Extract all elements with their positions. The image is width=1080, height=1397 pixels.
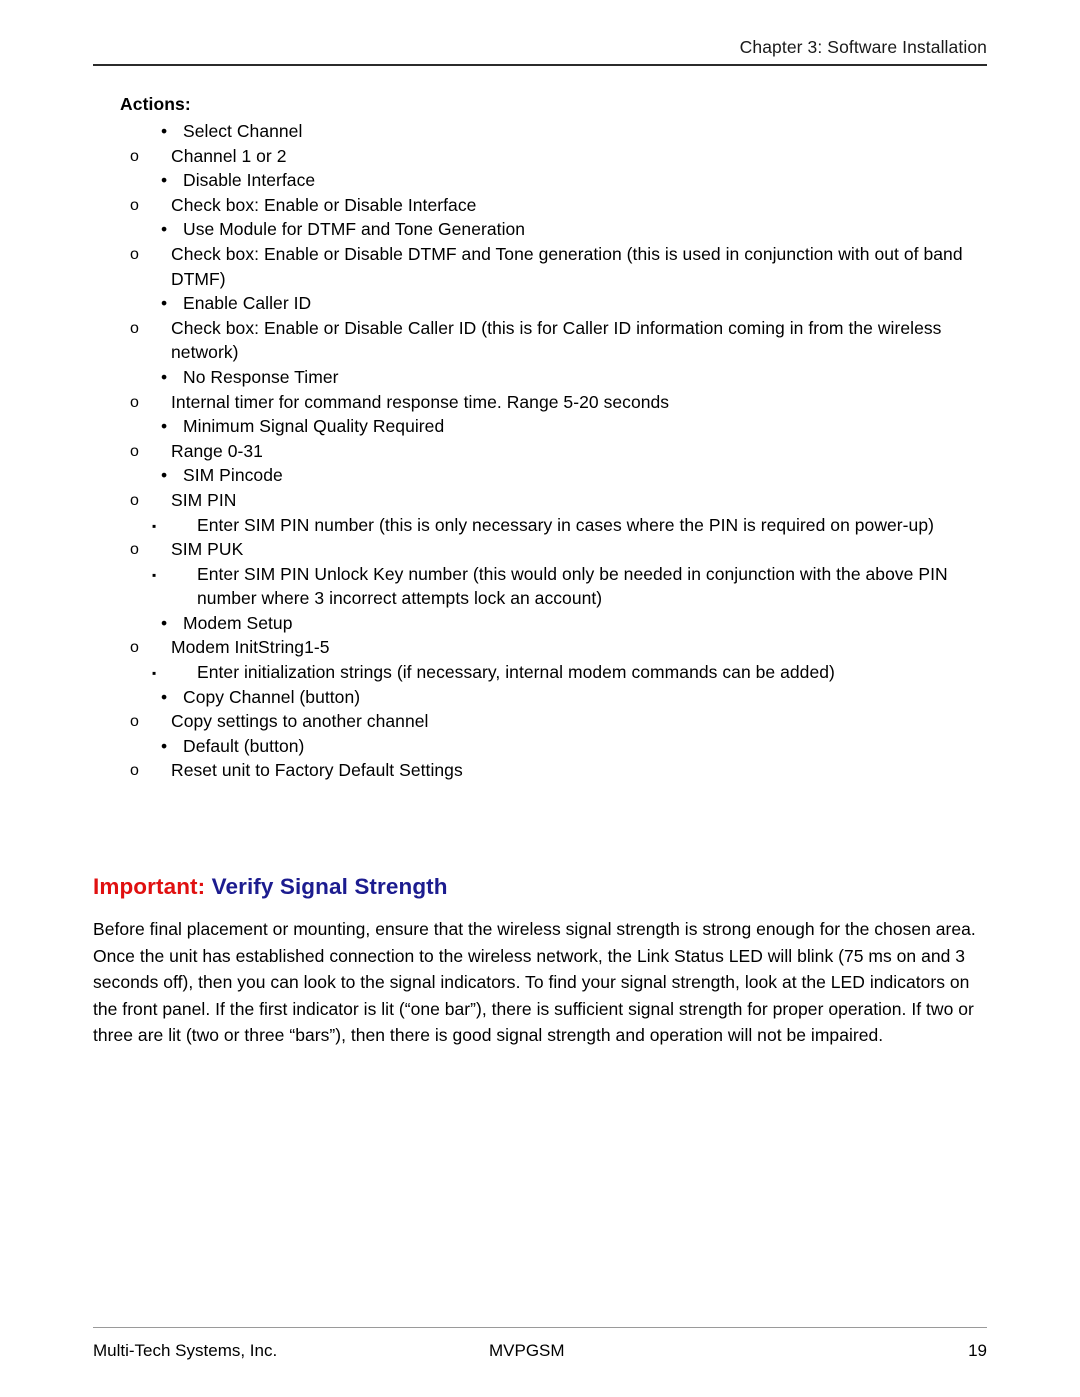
list-item-label: No Response Timer	[183, 366, 339, 387]
circle-bullet: o	[130, 319, 139, 337]
list-item: ▪ Enter SIM PIN number (this is only nece…	[152, 513, 987, 538]
footer-divider	[93, 1327, 987, 1328]
circle-bullet: o	[130, 442, 139, 460]
circle-bullet: o	[130, 393, 139, 411]
circle-bullet: o	[130, 639, 139, 657]
list-item-label: Minimum Signal Quality Required	[183, 416, 445, 437]
disc-bullet: •	[161, 219, 168, 240]
list-item: o Copy settings to another channel	[130, 709, 987, 734]
list-item: • No Response Timer	[161, 365, 987, 390]
list-item: • Enable Caller ID	[161, 291, 987, 316]
disc-bullet: •	[161, 170, 168, 191]
list-item-label: Check box: Enable or Disable DTMF and To…	[171, 243, 963, 289]
list-item-label: Copy settings to another channel	[171, 711, 429, 732]
list-item-label: Enter SIM PIN Unlock Key number (this wo…	[197, 563, 948, 609]
footer-row: Multi-Tech Systems, Inc. MVPGSM 19	[93, 1339, 987, 1363]
list-item: • Select Channel	[161, 119, 987, 144]
footer-page-number: 19	[968, 1341, 987, 1360]
list-item-label: SIM PIN	[171, 489, 237, 510]
circle-bullet: o	[130, 147, 139, 165]
disc-bullet: •	[161, 612, 168, 633]
list-item: ▪ Enter SIM PIN Unlock Key number (this w…	[152, 562, 987, 611]
heading-title-label: Verify Signal Strength	[211, 874, 448, 899]
list-item-label: Check box: Enable or Disable Interface	[171, 194, 477, 215]
list-item: o Check box: Enable or Disable Interface	[130, 193, 987, 218]
actions-heading: Actions:	[120, 94, 191, 114]
disc-bullet: •	[161, 465, 168, 486]
list-item-label: Copy Channel (button)	[183, 686, 361, 707]
page-footer: Multi-Tech Systems, Inc. MVPGSM 19	[93, 1327, 987, 1363]
footer-company: Multi-Tech Systems, Inc.	[93, 1341, 278, 1360]
actions-section: Actions: • Select Channel o Channel 1 or 2 •…	[93, 92, 987, 783]
list-item-label: Check box: Enable or Disable Caller ID (…	[171, 317, 942, 363]
list-item: o SIM PUK	[130, 537, 987, 562]
list-item: • SIM Pincode	[161, 463, 987, 488]
list-item-label: Enter initialization strings (if necessa…	[197, 662, 835, 683]
document-page: Chapter 3: Software Installation Actions…	[0, 0, 1080, 1397]
list-item-label: Reset unit to Factory Default Settings	[171, 760, 463, 781]
footer-product: MVPGSM	[489, 1341, 565, 1360]
actions-list: • Select Channel o Channel 1 or 2 • Disable I…	[93, 119, 987, 783]
list-item: o Reset unit to Factory Default Settings	[130, 758, 987, 783]
header-divider	[93, 64, 987, 66]
disc-bullet: •	[161, 366, 168, 387]
list-item: • Use Module for DTMF and Tone Generation	[161, 217, 987, 242]
disc-bullet: •	[161, 416, 168, 437]
list-item: o Range 0-31	[130, 439, 987, 464]
list-item-label: Use Module for DTMF and Tone Generation	[183, 219, 526, 240]
circle-bullet: o	[130, 762, 139, 780]
square-bullet: ▪	[152, 518, 157, 533]
disc-bullet: •	[161, 121, 168, 141]
list-item: • Modem Setup	[161, 611, 987, 636]
list-item-label: Enter SIM PIN number (this is only neces…	[197, 514, 934, 535]
list-item-label: Enable Caller ID	[183, 293, 312, 314]
list-item-label: SIM PUK	[171, 539, 244, 560]
circle-bullet: o	[130, 196, 139, 214]
list-item-label: Select Channel	[183, 121, 303, 141]
circle-bullet: o	[130, 245, 139, 263]
list-item: • Disable Interface	[161, 168, 987, 193]
verify-signal-strength-heading: Important: Verify Signal Strength	[93, 872, 987, 901]
circle-bullet: o	[130, 541, 139, 559]
list-item: • Minimum Signal Quality Required	[161, 414, 987, 439]
list-item-label: Channel 1 or 2	[171, 145, 287, 166]
disc-bullet: •	[161, 293, 168, 314]
list-item: o Modem InitString1-5	[130, 635, 987, 660]
list-item-label: Range 0-31	[171, 440, 263, 461]
list-item-label: Default (button)	[183, 735, 305, 756]
disc-bullet: •	[161, 686, 168, 707]
circle-bullet: o	[130, 491, 139, 509]
list-item: • Copy Channel (button)	[161, 685, 987, 710]
list-item: ▪ Enter initialization strings (if necess…	[152, 660, 987, 685]
list-item-label: Modem Setup	[183, 612, 293, 633]
disc-bullet: •	[161, 735, 168, 756]
verify-signal-strength-paragraph: Before final placement or mounting, ensu…	[93, 919, 976, 1046]
square-bullet: ▪	[152, 567, 157, 582]
heading-important-label: Important:	[93, 874, 206, 899]
list-item: o Internal timer for command response tim…	[130, 390, 987, 415]
list-item: o Check box: Enable or Disable DTMF and T…	[130, 242, 987, 291]
list-item: • Default (button)	[161, 734, 987, 759]
list-item: o SIM PIN	[130, 488, 987, 513]
circle-bullet: o	[130, 713, 139, 731]
list-item-label: Modem InitString1-5	[171, 637, 330, 658]
list-item: o Check box: Enable or Disable Caller ID …	[130, 316, 987, 365]
chapter-title: Chapter 3: Software Installation	[739, 37, 987, 57]
list-item-label: Disable Interface	[183, 170, 316, 191]
square-bullet: ▪	[152, 666, 157, 681]
list-item-label: SIM Pincode	[183, 465, 283, 486]
list-item-label: Internal timer for command response time…	[171, 391, 670, 412]
list-item: o Channel 1 or 2	[130, 144, 987, 169]
page-header: Chapter 3: Software Installation	[93, 36, 987, 66]
